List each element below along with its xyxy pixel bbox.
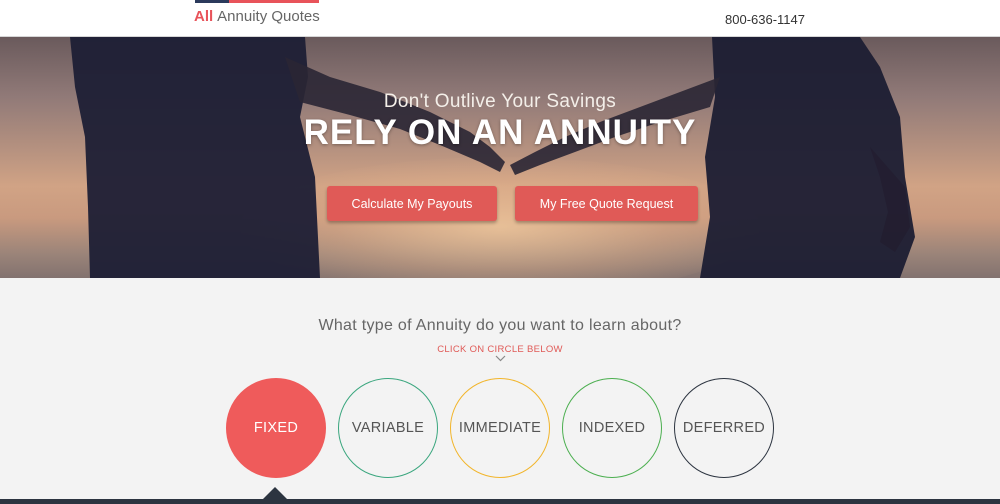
selected-pointer — [263, 487, 287, 499]
annuity-circle-deferred[interactable]: DEFERRED — [674, 378, 774, 478]
section-question: What type of Annuity do you want to lear… — [318, 317, 682, 334]
annuity-label: VARIABLE — [351, 420, 425, 436]
chevron-down-icon — [495, 355, 506, 362]
hero-banner: Don't Outlive Your Savings RELY ON AN AN… — [0, 37, 1000, 278]
calculate-payouts-button[interactable]: Calculate My Payouts — [327, 186, 497, 221]
annuity-label: INDEXED — [578, 420, 646, 436]
annuity-label: DEFERRED — [682, 420, 766, 436]
annuity-circle-indexed[interactable]: INDEXED — [562, 378, 662, 478]
click-hint: CLICK ON CIRCLE BELOW — [437, 344, 563, 355]
annuity-label: IMMEDIATE — [458, 420, 542, 436]
couple-silhouette-image — [70, 37, 915, 278]
logo-stripe-red — [229, 0, 319, 3]
annuity-circle-fixed[interactable]: FIXED — [226, 378, 326, 478]
hero-title: RELY ON AN ANNUITY — [303, 113, 697, 152]
logo-stripe — [195, 0, 319, 3]
site-header: All Annuity Quotes 800-636-1147 — [0, 0, 1000, 37]
annuity-label: FIXED — [253, 420, 299, 436]
logo-bold-text: All — [194, 8, 214, 25]
site-logo[interactable]: All Annuity Quotes — [194, 8, 320, 25]
content-panel-top — [0, 499, 1000, 504]
annuity-circle-immediate[interactable]: IMMEDIATE — [450, 378, 550, 478]
hero-subtitle: Don't Outlive Your Savings — [383, 91, 617, 112]
annuity-circle-variable[interactable]: VARIABLE — [338, 378, 438, 478]
logo-text: Annuity Quotes — [217, 8, 320, 25]
free-quote-request-button[interactable]: My Free Quote Request — [515, 186, 698, 221]
logo-stripe-blue — [195, 0, 229, 3]
phone-number[interactable]: 800-636-1147 — [725, 12, 805, 27]
